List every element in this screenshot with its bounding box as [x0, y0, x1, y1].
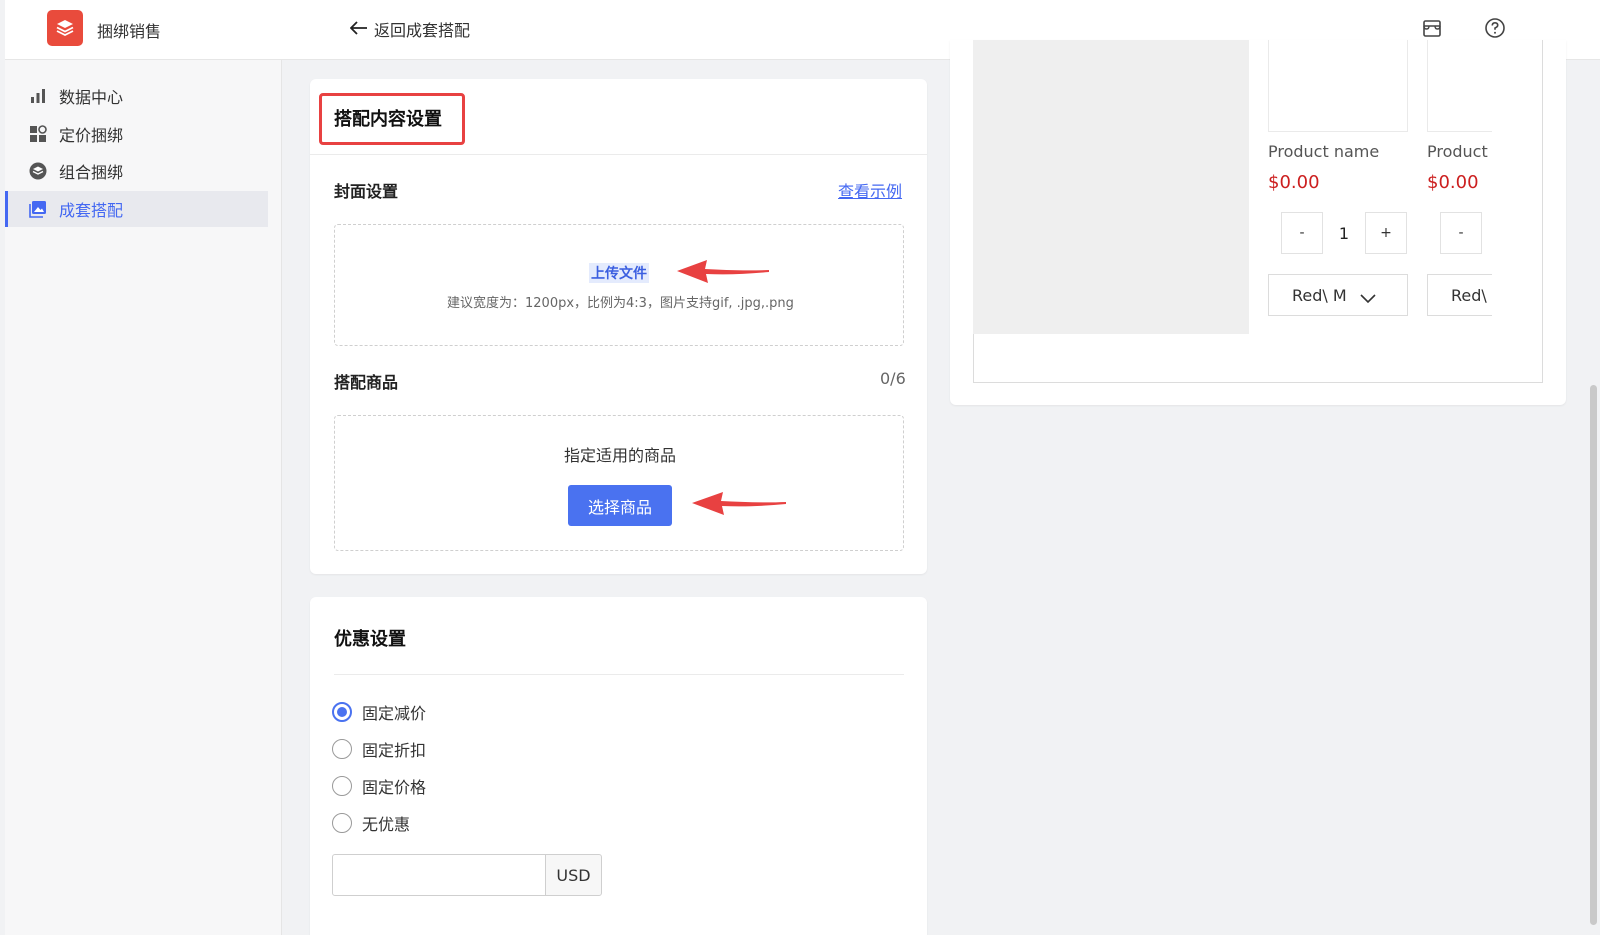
sidebar-item-combo-bundle[interactable]: 组合捆绑	[5, 153, 268, 189]
layers-icon	[29, 162, 47, 180]
sidebar-item-outfit-match[interactable]: 成套搭配	[5, 191, 268, 227]
radio-fixed-reduction[interactable]: 固定减价	[332, 700, 426, 724]
bundle-products-area: 指定适用的商品 选择商品	[334, 415, 904, 551]
upload-hint: 建议宽度为：1200px，比例为4:3，图片支持gif, .jpg,.png	[447, 296, 794, 311]
app-name: 捆绑销售	[97, 22, 162, 41]
annotation-arrow	[677, 260, 769, 283]
bar-chart-icon	[29, 87, 47, 105]
page-scrollbar[interactable]	[1590, 385, 1597, 925]
preview-product-card: Product $0.00 - Red\	[1427, 40, 1492, 383]
back-label: 返回成套搭配	[374, 21, 471, 40]
qty-plus-button[interactable]: +	[1365, 212, 1407, 254]
radio-no-discount[interactable]: 无优惠	[332, 811, 410, 835]
view-example-link[interactable]: 查看示例	[838, 178, 902, 202]
sidebar-item-label: 成套搭配	[59, 201, 124, 220]
upload-file-link[interactable]: 上传文件	[589, 263, 649, 283]
radio-label: 固定价格	[362, 778, 427, 797]
preview-card: Product name $0.00 - 1 + Red\ M Product …	[950, 40, 1566, 405]
currency-suffix: USD	[545, 854, 602, 896]
back-to-outfits-link[interactable]: 返回成套搭配	[349, 17, 471, 41]
product-name: Product	[1427, 142, 1488, 161]
sidebar-item-label: 组合捆绑	[59, 163, 124, 182]
product-image-placeholder	[1427, 40, 1492, 132]
sidebar-item-label: 定价捆绑	[59, 126, 124, 145]
annotation-arrow	[692, 492, 786, 515]
preview-product-card: Product name $0.00 - 1 + Red\ M	[1268, 40, 1408, 383]
product-image-placeholder	[1268, 40, 1408, 132]
variant-select[interactable]: Red\	[1427, 274, 1492, 316]
radio-label: 无优惠	[362, 815, 411, 834]
radio-label: 固定减价	[362, 704, 427, 723]
divider	[334, 674, 904, 675]
preview-products: Product name $0.00 - 1 + Red\ M Product …	[1268, 40, 1492, 383]
qty-value: 1	[1338, 223, 1350, 243]
radio-button[interactable]	[332, 813, 352, 833]
sidebar-item-label: 数据中心	[59, 88, 124, 107]
cover-image-placeholder	[973, 40, 1249, 334]
radio-label: 固定折扣	[362, 741, 427, 760]
discount-settings-card: 优惠设置 固定减价 固定折扣 固定价格 无优惠 USD	[310, 597, 927, 935]
qty-minus-button[interactable]: -	[1440, 212, 1482, 254]
radio-button[interactable]	[332, 776, 352, 796]
variant-select[interactable]: Red\ M	[1268, 274, 1408, 316]
qty-minus-button[interactable]: -	[1281, 212, 1323, 254]
discount-amount-input[interactable]	[332, 854, 546, 896]
product-name: Product name	[1268, 142, 1380, 161]
product-count: 0/6	[880, 369, 906, 388]
app-logo-icon	[47, 10, 83, 46]
chevron-down-icon	[1360, 289, 1376, 308]
variant-value: Red\	[1451, 285, 1487, 305]
arrow-left-icon	[349, 20, 368, 39]
cover-settings-label: 封面设置	[334, 182, 399, 201]
store-icon[interactable]	[1420, 16, 1444, 40]
variant-value: Red\ M	[1292, 285, 1347, 305]
content-settings-card: 搭配内容设置 封面设置 查看示例 上传文件 建议宽度为：1200px，比例为4:…	[310, 79, 927, 574]
cover-upload-area[interactable]: 上传文件 建议宽度为：1200px，比例为4:3，图片支持gif, .jpg,.…	[334, 224, 904, 346]
sidebar-item-data-center[interactable]: 数据中心	[5, 78, 268, 114]
radio-button[interactable]	[332, 739, 352, 759]
content-settings-title: 搭配内容设置	[334, 109, 442, 130]
radio-fixed-discount[interactable]: 固定折扣	[332, 737, 426, 761]
discount-settings-title: 优惠设置	[334, 629, 406, 650]
grid-icon	[29, 125, 47, 143]
radio-fixed-price[interactable]: 固定价格	[332, 774, 426, 798]
radio-button[interactable]	[332, 702, 352, 722]
product-price: $0.00	[1427, 172, 1479, 193]
sidebar-item-pricing-bundle[interactable]: 定价捆绑	[5, 116, 268, 152]
help-icon[interactable]	[1483, 16, 1507, 40]
products-prompt: 指定适用的商品	[564, 446, 677, 465]
divider	[310, 154, 927, 155]
image-icon	[29, 200, 47, 218]
select-products-button[interactable]: 选择商品	[568, 485, 672, 526]
sidebar: 数据中心 定价捆绑 组合捆绑 成套搭配	[5, 60, 282, 935]
product-price: $0.00	[1268, 172, 1320, 193]
bundle-products-label: 搭配商品	[334, 373, 399, 392]
